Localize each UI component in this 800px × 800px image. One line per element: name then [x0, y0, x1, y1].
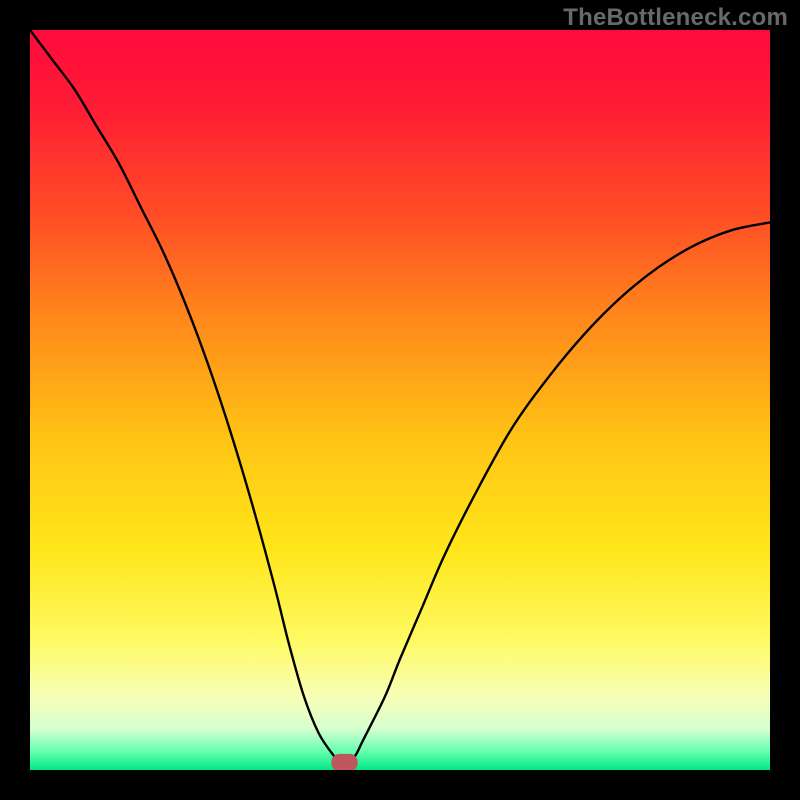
bottleneck-marker: [332, 754, 357, 770]
bottleneck-plot: [30, 30, 770, 770]
watermark-text: TheBottleneck.com: [563, 4, 788, 32]
chart-frame: TheBottleneck.com: [0, 0, 800, 800]
